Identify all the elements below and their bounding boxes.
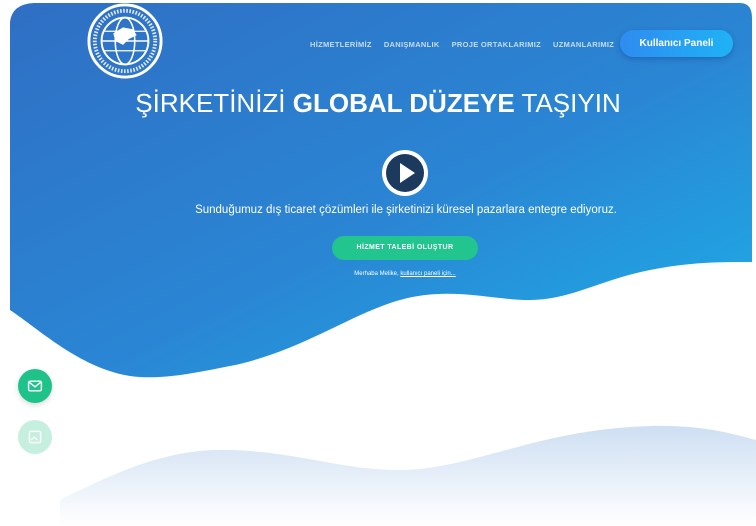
nav-item-services[interactable]: HİZMETLERİMİZ [310,40,372,49]
headline-part2: TAŞIYIN [521,88,621,118]
greeting-text: Merhaba Melike, kullanıcı paneli için... [0,271,756,277]
user-panel-button[interactable]: Kullanıcı Paneli [620,30,733,57]
hero-headline: ŞİRKETİNİZİ GLOBAL DÜZEYE TAŞIYIN [0,88,756,119]
play-video-button[interactable] [380,148,430,198]
contact-mail-button[interactable] [18,369,52,403]
headline-part1: ŞİRKETİNİZİ [135,88,286,118]
play-icon [382,150,428,196]
secondary-float-button[interactable] [18,420,52,454]
globe-logo-icon [87,3,163,79]
nav-item-experts[interactable]: UZMANLARIMIZ [553,40,614,49]
image-icon [28,430,42,444]
service-request-button[interactable]: HİZMET TALEBİ OLUŞTUR [332,236,478,260]
greeting-prefix: Merhaba Melike, [354,271,399,277]
hero-subtitle: Sunduğumuz dış ticaret çözümleri ile şir… [195,204,617,216]
main-nav: HİZMETLERİMİZ DANIŞMANLIK PROJE ORTAKLAR… [310,40,626,49]
company-logo[interactable] [86,2,164,80]
nav-item-partners[interactable]: PROJE ORTAKLARIMIZ [452,40,541,49]
user-panel-link[interactable]: kullanıcı paneli için... [400,271,455,277]
headline-bold: GLOBAL DÜZEYE [292,88,515,118]
nav-item-consulting[interactable]: DANIŞMANLIK [384,40,440,49]
mail-icon [27,380,43,392]
